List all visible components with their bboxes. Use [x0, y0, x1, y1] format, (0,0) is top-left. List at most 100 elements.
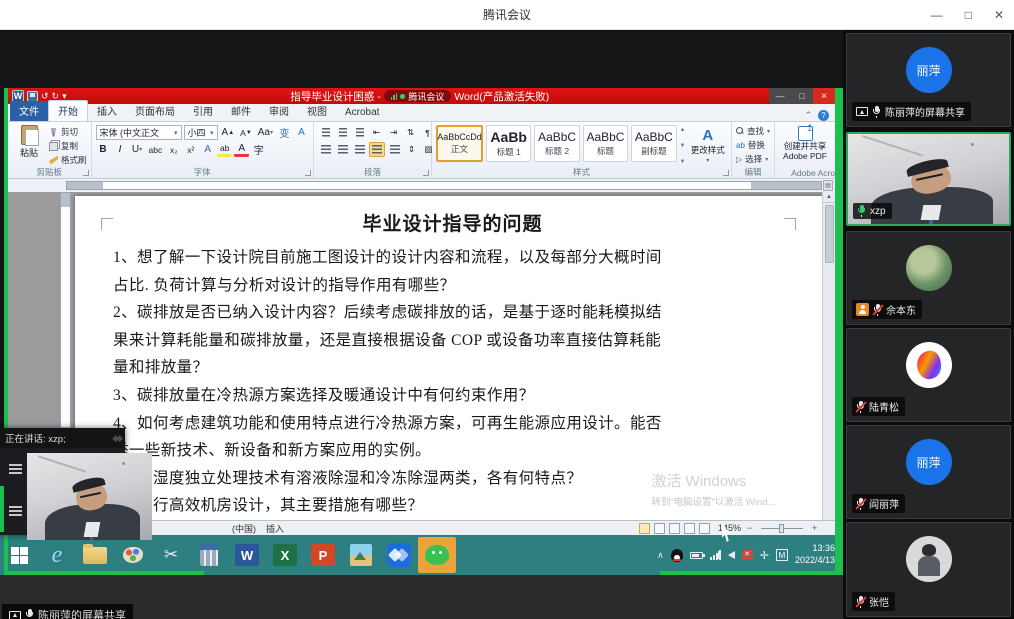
align-left-button[interactable] [318, 142, 333, 157]
tab-mailings[interactable]: 邮件 [222, 101, 260, 121]
zoom-in-icon[interactable]: + [810, 523, 819, 533]
copy-button[interactable]: 复制 [49, 140, 87, 152]
cut-button[interactable]: 剪切 [49, 126, 87, 138]
tab-review[interactable]: 审阅 [260, 101, 298, 121]
tab-file[interactable]: 文件 [10, 101, 48, 121]
photos-icon[interactable] [342, 537, 380, 573]
tab-references[interactable]: 引用 [184, 101, 222, 121]
style-subtitle[interactable]: AaBbC 副标题 [631, 125, 676, 162]
insert-mode[interactable]: 插入 [266, 522, 284, 535]
horizontal-ruler[interactable] [66, 181, 822, 190]
phonetic-guide-button[interactable]: 变 [277, 125, 292, 140]
taskbar-clock[interactable]: 13:36 2022/4/13 [795, 543, 835, 566]
calculator-icon[interactable] [190, 537, 228, 573]
bold-button[interactable]: B [96, 142, 111, 157]
participant-tile-shebendong[interactable]: 佘本东 [846, 231, 1011, 325]
font-size-combo[interactable]: 小四▾ [184, 125, 218, 140]
underline-button[interactable]: U▾ [130, 142, 145, 157]
word-close-icon[interactable]: × [813, 88, 835, 104]
tab-view[interactable]: 视图 [298, 101, 336, 121]
align-right-button[interactable] [352, 142, 367, 157]
paint-icon[interactable] [114, 537, 152, 573]
powerpoint-taskbar-icon[interactable]: P [304, 537, 342, 573]
enclose-characters-button[interactable]: 字 [251, 142, 266, 157]
create-share-pdf-button[interactable]: 创建并共享Adobe PDF [779, 125, 831, 167]
participant-tile-luqingsong[interactable]: 陆青松 [846, 328, 1011, 422]
select-button[interactable]: ▷选择▾ [736, 153, 770, 165]
participant-tile-xzp[interactable]: xzp [846, 132, 1011, 226]
qq-tray-icon[interactable] [671, 549, 683, 562]
volume-icon[interactable] [728, 551, 735, 559]
ime-mode-icon[interactable]: M [776, 549, 788, 561]
style-heading2[interactable]: AaBbC 标题 2 [534, 125, 579, 162]
distribute-button[interactable] [387, 142, 402, 157]
tab-page-layout[interactable]: 页面布局 [126, 101, 184, 121]
input-indicator-icon[interactable]: ✛ [760, 549, 769, 562]
zoom-slider[interactable] [761, 528, 803, 529]
find-button[interactable]: 查找▾ [736, 125, 770, 137]
line-spacing-button[interactable]: ⇕ [404, 142, 419, 157]
grow-font-button[interactable]: A▲ [220, 125, 237, 140]
chat-list-icon[interactable] [9, 506, 22, 508]
justify-button[interactable] [369, 142, 385, 157]
tab-acrobat[interactable]: Acrobat [336, 105, 388, 121]
numbering-button[interactable] [335, 125, 350, 140]
change-styles-button[interactable]: A 更改样式 ▾ [688, 125, 727, 167]
wechat-icon[interactable] [418, 537, 456, 573]
participant-tile-yanliping[interactable]: 丽萍 阎丽萍 [846, 425, 1011, 519]
align-center-button[interactable] [335, 142, 350, 157]
zoom-level[interactable]: 145% [718, 523, 741, 533]
action-center-icon[interactable]: ✕ [742, 550, 753, 560]
tray-expand-icon[interactable]: ∧ [657, 550, 664, 561]
sort-button[interactable]: ⇅ [403, 125, 418, 140]
outline-view-icon[interactable] [684, 523, 695, 534]
font-color-button[interactable]: A [234, 142, 249, 157]
bullets-button[interactable] [318, 125, 333, 140]
snipping-tool-icon[interactable]: ✂ [152, 537, 190, 573]
font-name-combo[interactable]: 宋体 (中文正文▾ [96, 125, 182, 140]
maximize-icon[interactable]: □ [965, 8, 972, 22]
draft-view-icon[interactable] [699, 523, 710, 534]
excel-taskbar-icon[interactable]: X [266, 537, 304, 573]
strikethrough-button[interactable]: abc [147, 142, 165, 157]
italic-button[interactable]: I [113, 142, 128, 157]
zoom-out-icon[interactable]: − [745, 523, 754, 533]
subscript-button[interactable]: x₂ [166, 142, 181, 157]
tab-insert[interactable]: 插入 [88, 101, 126, 121]
fullscreen-view-icon[interactable] [654, 523, 665, 534]
ruler-toggle-icon[interactable]: ▤ [823, 180, 833, 191]
vertical-scrollbar[interactable]: ▲ [822, 192, 835, 520]
dialog-launcher-icon[interactable] [723, 170, 729, 176]
tab-home[interactable]: 开始 [48, 100, 88, 121]
internet-explorer-icon[interactable]: e [38, 537, 76, 573]
scrollbar-thumb[interactable] [825, 205, 834, 263]
collapse-ribbon-icon[interactable]: ⌃ [804, 110, 812, 121]
undo-icon[interactable]: ↺ [41, 92, 49, 101]
print-layout-view-icon[interactable] [639, 523, 650, 534]
web-layout-view-icon[interactable] [669, 523, 680, 534]
word-minimize-icon[interactable]: — [769, 88, 791, 104]
minimize-icon[interactable]: — [931, 8, 943, 22]
format-painter-button[interactable]: 格式刷 [49, 154, 87, 166]
scroll-up-icon[interactable]: ▲ [823, 192, 835, 203]
meeting-floating-panel[interactable]: 正在讲话: xzp; ◆◆ [0, 428, 125, 535]
word-taskbar-icon[interactable]: W [228, 537, 266, 573]
style-title[interactable]: AaBbC 标题 [583, 125, 628, 162]
style-heading1[interactable]: AaBb 标题 1 [486, 125, 531, 162]
increase-indent-button[interactable]: ⇥ [386, 125, 401, 140]
help-icon[interactable]: ? [818, 110, 829, 121]
battery-icon[interactable] [690, 552, 703, 559]
save-icon[interactable] [27, 91, 38, 102]
member-list-icon[interactable] [9, 464, 22, 466]
document-page[interactable]: 毕业设计指导的问题 1、想了解一下设计院目前施工图设计的设计内容和流程，以及每部… [75, 196, 822, 520]
highlight-color-button[interactable]: ab [217, 142, 232, 157]
dialog-launcher-icon[interactable] [305, 170, 311, 176]
participant-tile-screen-share[interactable]: 丽萍 陈丽萍的屏幕共享 [846, 33, 1011, 127]
text-effects-button[interactable]: A [200, 142, 215, 157]
input-language[interactable]: (中国) [232, 522, 256, 535]
paste-button[interactable]: 粘贴 [12, 125, 46, 167]
tencent-meeting-icon[interactable] [380, 537, 418, 573]
superscript-button[interactable]: x² [183, 142, 198, 157]
change-case-button[interactable]: Aa▾ [256, 125, 275, 140]
shrink-font-button[interactable]: A▼ [238, 125, 254, 140]
